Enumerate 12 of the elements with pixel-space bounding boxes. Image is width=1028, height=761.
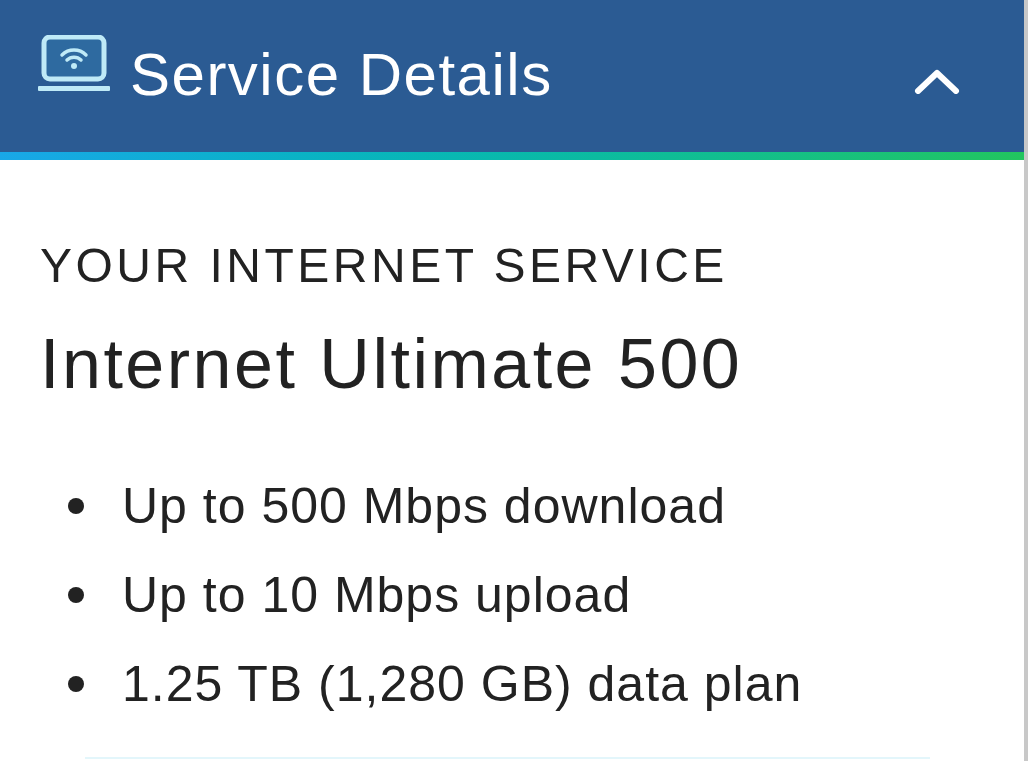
bullet-icon bbox=[68, 676, 84, 692]
section-title: Service Details bbox=[130, 45, 553, 105]
bullet-icon bbox=[68, 498, 84, 514]
service-eyebrow: YOUR INTERNET SERVICE bbox=[40, 242, 729, 290]
chevron-up-icon[interactable] bbox=[914, 68, 960, 94]
feature-text: Up to 10 Mbps upload bbox=[122, 570, 632, 620]
feature-text: 1.25 TB (1,280 GB) data plan bbox=[122, 659, 803, 709]
plan-name: Internet Ultimate 500 bbox=[40, 329, 744, 399]
section-header[interactable]: Service Details bbox=[0, 0, 1024, 152]
laptop-wifi-icon bbox=[38, 35, 110, 93]
feature-text: Up to 500 Mbps download bbox=[122, 481, 726, 531]
bullet-icon bbox=[68, 587, 84, 603]
